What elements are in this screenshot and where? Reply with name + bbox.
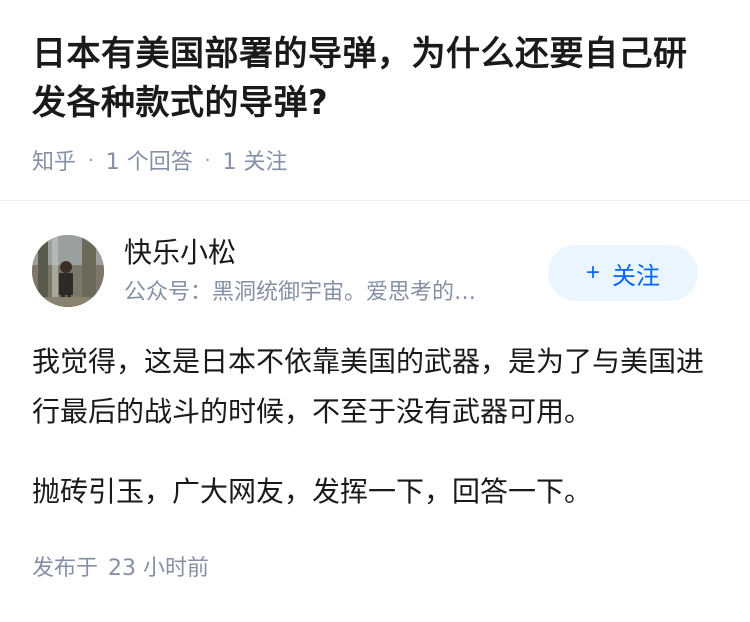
plus-icon: + (585, 259, 600, 286)
answer-paragraph: 抛砖引玉，广大网友，发挥一下，回答一下。 (32, 475, 593, 508)
follow-count[interactable]: 1 关注 (222, 144, 287, 176)
author-name[interactable]: 快乐小松 (124, 233, 236, 273)
question-meta: 知乎 · 1 个回答 · 1 关注 (32, 142, 718, 178)
answer-content: 我觉得，这是日本不依靠美国的武器，是为了与美国进行最后的战斗的时候，不至于没有武… (0, 311, 750, 517)
answer-paragraph: 我觉得，这是日本不依靠美国的武器，是为了与美国进行最后的战斗的时候，不至于没有武… (32, 345, 705, 428)
question-title[interactable]: 日本有美国部署的导弹，为什么还要自己研发各种款式的导弹? (32, 30, 718, 128)
published-label: 发布于 (32, 556, 99, 581)
published-info: 发布于 23 小时前 (32, 550, 209, 582)
author-row: 快乐小松 公众号：黑洞统御宇宙。爱思考的… + 关注 (0, 201, 750, 311)
answer-card: 快乐小松 公众号：黑洞统御宇宙。爱思考的… + 关注 我觉得，这是日本不依靠美国… (0, 201, 750, 547)
follow-button-label: 关注 (612, 262, 660, 290)
avatar-image (32, 235, 104, 307)
follow-button[interactable]: + 关注 (548, 245, 698, 301)
published-time: 23 小时前 (108, 556, 210, 581)
answer-count[interactable]: 1 个回答 (106, 144, 193, 176)
meta-separator: · (88, 149, 94, 171)
author-bio: 公众号：黑洞统御宇宙。爱思考的… (124, 280, 477, 305)
source-label[interactable]: 知乎 (32, 144, 76, 176)
avatar[interactable] (32, 235, 104, 307)
meta-separator: · (204, 149, 211, 171)
question-header: 日本有美国部署的导弹，为什么还要自己研发各种款式的导弹? 知乎 · 1 个回答 … (0, 0, 750, 178)
